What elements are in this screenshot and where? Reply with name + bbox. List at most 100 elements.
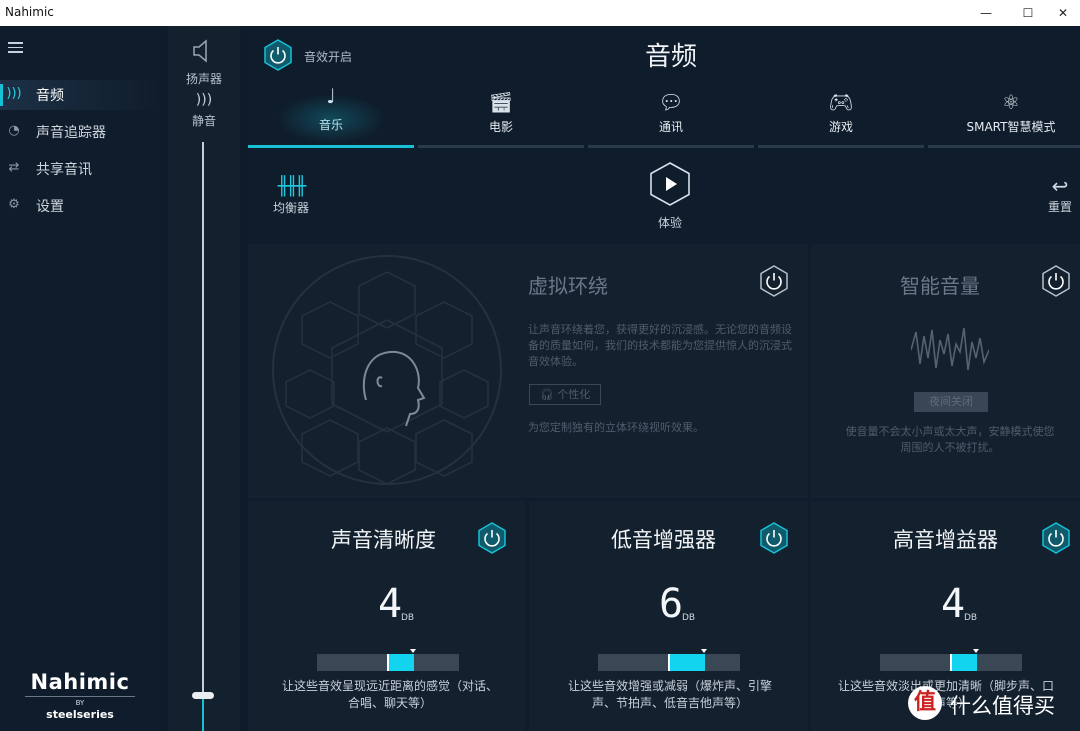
bass-booster-title: 低音增强器 — [611, 528, 716, 552]
play-button[interactable] — [650, 162, 690, 206]
bass-booster-panel: 低音增强器 6 DB 让这些音效增强或减弱（爆炸声、引擎声、节拍声、低音吉他声等… — [529, 501, 808, 731]
surround-power-button[interactable] — [758, 265, 790, 297]
reset-icon: ↩ — [1051, 174, 1069, 198]
headphones-icon: 🎧︎ — [539, 388, 554, 401]
slider-center-mark — [387, 654, 389, 671]
volume-slider-handle[interactable] — [192, 692, 214, 699]
bass-booster-slider-fill — [669, 654, 705, 671]
tab-smart-mode[interactable]: ⚛ SMART智慧模式 — [928, 84, 1080, 148]
waveform-icon — [910, 324, 990, 376]
treble-booster-power-button[interactable] — [1040, 522, 1072, 554]
clapperboard-icon: 🎬︎ — [488, 90, 514, 114]
treble-booster-value: 4 — [941, 581, 966, 627]
voice-clarity-description: 让这些音效呈现远近距离的感觉（对话、合唱、聊天等） — [281, 679, 498, 710]
bass-booster-slider-marker[interactable] — [701, 649, 707, 653]
equalizer-label: 均衡器 — [272, 201, 309, 215]
volume-panel: 扬声器 ))) 静音 — [168, 26, 240, 731]
chat-bubbles-icon: 💬︎ — [658, 90, 684, 114]
treble-booster-slider-marker[interactable] — [973, 649, 979, 653]
sidebar-item-label: 音频 — [36, 88, 64, 104]
voice-clarity-panel: 声音清晰度 4 DB 让这些音效呈现远近距离的感觉（对话、合唱、聊天等） — [248, 501, 526, 731]
gear-icon: ⚙ — [8, 197, 20, 212]
music-note-icon: ♩ — [326, 84, 336, 108]
tab-label: 音乐 — [318, 118, 343, 132]
title-bar: Nahimic — ☐ ✕ — [0, 0, 1080, 26]
menu-icon[interactable] — [8, 42, 23, 56]
nahimic-logo: Nahimic BY steelseries — [20, 670, 140, 721]
bass-booster-description: 让这些音效增强或减弱（爆炸声、引擎声、节拍声、低音吉他声等） — [567, 679, 772, 710]
tab-underline — [418, 145, 584, 148]
tab-movie[interactable]: 🎬︎ 电影 — [418, 84, 584, 148]
speaker-icon[interactable] — [190, 38, 216, 64]
tab-label: 电影 — [488, 120, 513, 134]
sidebar-item-share-audio[interactable]: ⇄ 共享音讯 — [0, 154, 160, 184]
logo-by: BY — [25, 696, 135, 707]
mute-label[interactable]: 静音 — [168, 112, 240, 129]
tab-game[interactable]: 🎮︎ 游戏 — [758, 84, 924, 148]
sidebar-item-label: 设置 — [36, 199, 64, 215]
sidebar-item-sound-tracker[interactable]: ◔ 声音追踪器 — [0, 117, 160, 147]
atom-icon: ⚛ — [1002, 90, 1020, 114]
page-title: 音频 — [644, 42, 697, 72]
tab-underline — [588, 145, 754, 148]
speaker-label: 扬声器 — [185, 72, 222, 86]
sidebar-item-label: 共享音讯 — [36, 162, 92, 178]
tab-label: SMART智慧模式 — [966, 120, 1056, 134]
personalize-button[interactable]: 🎧︎ 个性化 — [529, 384, 601, 405]
voice-clarity-title: 声音清晰度 — [331, 528, 436, 552]
tab-underline — [928, 145, 1080, 148]
watermark: 值 什么值得买 — [908, 686, 1080, 726]
tab-underline — [248, 145, 414, 148]
voice-clarity-slider-marker[interactable] — [410, 649, 416, 653]
voice-clarity-value: 4 — [378, 581, 403, 627]
gamepad-icon: 🎮︎ — [828, 90, 854, 114]
sidebar-item-audio[interactable]: ))) 音频 — [0, 80, 160, 110]
personalize-label: 个性化 — [557, 388, 591, 401]
logo-name: Nahimic — [30, 670, 130, 694]
main-content: 音效开启 音频 ♩ 音乐 🎬︎ 电影 💬︎ 通讯 🎮︎ 游戏 ⚛ SMART智慧… — [248, 26, 1080, 731]
surround-title: 虚拟环绕 — [528, 274, 608, 298]
voice-clarity-unit: DB — [401, 613, 415, 623]
watermark-logo-icon: 值 — [908, 686, 942, 720]
treble-booster-slider-fill — [951, 654, 977, 671]
tab-underline — [758, 145, 924, 148]
bass-booster-power-button[interactable] — [758, 522, 790, 554]
tab-label: 通讯 — [658, 120, 683, 134]
reset-label: 重置 — [1047, 200, 1072, 214]
minimize-button[interactable]: — — [963, 0, 1009, 26]
smart-volume-description: 使音量不会太小声或太大声，安静模式使您周围的人不被打扰。 — [845, 425, 1055, 454]
logo-brand: steelseries — [46, 708, 114, 721]
tab-music[interactable]: ♩ 音乐 — [248, 84, 414, 148]
surround-description: 让声音环绕着您，获得更好的沉浸感。无论您的音频设备的质量如何，我们的技术都能为您… — [528, 323, 792, 368]
surround-sphere-image — [270, 250, 504, 490]
app-title: Nahimic — [5, 5, 54, 19]
sound-tracker-icon: ◔ — [8, 123, 20, 138]
watermark-text: 什么值得买 — [950, 694, 1055, 718]
equalizer-icon: ╫╫╫ — [277, 176, 307, 197]
close-button[interactable]: ✕ — [1040, 0, 1080, 26]
voice-clarity-slider[interactable] — [317, 649, 459, 671]
mute-icon[interactable]: ))) — [168, 92, 240, 108]
voice-clarity-slider-fill — [388, 654, 414, 671]
smart-volume-power-button[interactable] — [1040, 265, 1072, 297]
reset-button[interactable]: ↩ 重置 — [1038, 174, 1080, 215]
sidebar-item-settings[interactable]: ⚙ 设置 — [0, 191, 160, 221]
play-label: 体验 — [657, 216, 682, 230]
equalizer-button[interactable]: ╫╫╫ 均衡器 — [266, 176, 316, 216]
smart-volume-title: 智能音量 — [900, 274, 980, 298]
share-audio-icon: ⇄ — [8, 160, 20, 175]
smart-volume-panel: 智能音量 夜间关闭 使音量不会太小声或太大声，安静模式使您周围的人不被打扰。 — [811, 244, 1080, 498]
volume-slider-track[interactable] — [202, 142, 204, 731]
voice-clarity-power-button[interactable] — [476, 522, 508, 554]
treble-booster-title: 高音增益器 — [893, 528, 998, 552]
bass-booster-value: 6 — [659, 581, 684, 627]
treble-booster-slider[interactable] — [880, 649, 1022, 671]
audio-icon: ))) — [6, 86, 22, 101]
night-off-button[interactable]: 夜间关闭 — [914, 392, 988, 412]
tab-communication[interactable]: 💬︎ 通讯 — [588, 84, 754, 148]
bass-booster-slider[interactable] — [598, 649, 740, 671]
bass-booster-unit: DB — [682, 613, 696, 623]
surround-footer: 为您定制独有的立体环绕视听效果。 — [528, 421, 704, 434]
virtual-surround-panel: 虚拟环绕 让声音环绕着您，获得更好的沉浸感。无论您的音频设备的质量如何，我们的技… — [248, 244, 808, 498]
treble-booster-unit: DB — [964, 613, 978, 623]
